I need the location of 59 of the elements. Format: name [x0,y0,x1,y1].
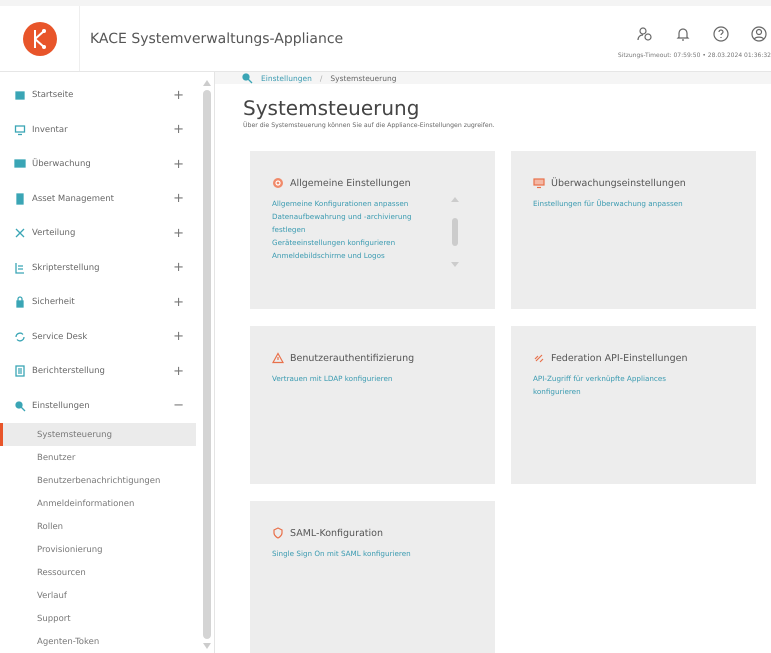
card-title: SAML-Konfiguration [290,528,384,538]
cycle-icon [14,330,26,343]
nav-subitem[interactable]: Agenten-Token [0,630,196,653]
nav-item[interactable]: Startseite [32,90,174,100]
expand-toggle[interactable]: + [173,226,184,241]
gear-icon [272,177,284,189]
nav-subitem[interactable]: Benutzerbenachrichtigungen [0,469,196,492]
expand-toggle[interactable]: + [173,364,184,379]
expand-toggle[interactable]: + [173,260,184,276]
nav-item[interactable]: Verteilung [32,228,174,238]
nav-item[interactable]: Sicherheit [32,297,174,308]
scroll-down-icon[interactable] [451,262,459,267]
lock-icon [14,296,26,308]
monitor-icon [14,124,26,136]
search-icon [14,400,26,412]
user-icon[interactable] [751,26,767,42]
app-title: KACE Systemverwaltungs-Appliance [90,30,344,46]
network-icon [14,227,26,240]
nav-subitem[interactable]: Benutzer [0,446,196,469]
expand-toggle[interactable]: + [173,122,184,138]
card-title: Benutzerauthentifizierung [290,352,414,364]
card-scrollbar[interactable] [450,197,460,267]
nav-item[interactable]: Einstellungen [32,400,174,411]
nav-item[interactable]: Überwachung [32,159,174,170]
monitor-icon [533,177,545,189]
nav-subitem[interactable]: Rollen [0,515,196,538]
collapse-toggle[interactable]: − [173,398,184,414]
nav-item[interactable]: Service Desk [32,332,174,342]
nav-item[interactable]: Asset Management [32,194,174,204]
expand-toggle[interactable]: + [173,88,184,103]
nav-subitem[interactable]: Ressourcen [0,561,196,584]
logo-icon [22,22,56,56]
card-title: Überwachungseinstellungen [551,178,686,188]
warning-icon [272,352,284,364]
nav-item[interactable]: Berichterstellung [32,366,174,376]
scroll-down-icon[interactable] [203,643,211,649]
nav-item[interactable]: Skripterstellung [32,262,174,273]
report-icon [14,365,26,378]
document-icon [14,262,26,274]
nav-item[interactable]: Inventar [32,124,174,135]
user-settings-icon[interactable] [637,26,653,42]
expand-toggle[interactable]: + [173,294,184,310]
bell-icon[interactable] [675,26,691,42]
expand-toggle[interactable]: + [173,329,184,344]
card-title: Allgemeine Einstellungen [290,178,411,188]
scroll-up-icon[interactable] [203,80,211,86]
search-icon [241,72,253,84]
expand-toggle[interactable]: + [173,191,184,206]
scroll-up-icon[interactable] [451,197,459,202]
shield-icon [272,527,284,539]
expand-toggle[interactable]: + [173,156,184,172]
card-title: Federation API-Einstellungen [551,352,688,364]
nav-subitem[interactable]: Anmeldeinformationen [0,492,196,515]
help-icon[interactable] [713,26,729,42]
nav-subitem[interactable]: Verlauf [0,584,196,607]
nav-subitem[interactable]: Provisionierung [0,538,196,561]
nav-subitem[interactable]: Systemsteuerung [0,423,196,446]
page-title: Systemsteuerung [243,96,420,120]
nav-subitem[interactable]: Support [0,607,196,630]
